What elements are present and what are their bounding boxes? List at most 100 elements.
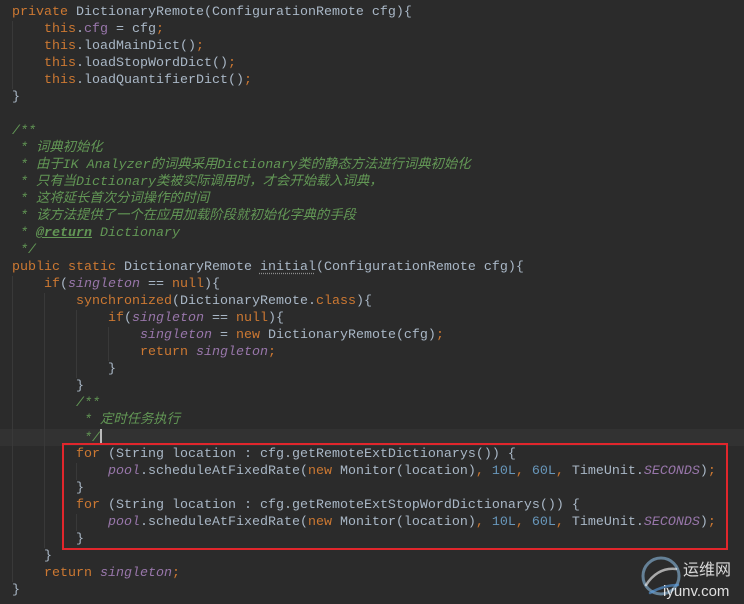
code-line[interactable]: if(singleton == null){ (0, 276, 744, 293)
token-field: cfg (84, 22, 108, 37)
token-keyword: ; (267, 345, 276, 360)
token-plain: TimeUnit. (563, 515, 644, 530)
code-line[interactable]: pool.scheduleAtFixedRate(new Monitor(loc… (0, 514, 744, 531)
token-static-field: SECONDS (643, 464, 700, 479)
token-plain: ){ (267, 311, 284, 326)
token-keyword: , (555, 464, 564, 479)
token-plain: } (44, 549, 52, 564)
code-line[interactable]: this.loadQuantifierDict(); (0, 72, 744, 89)
token-number: 10L (483, 515, 516, 530)
code-line[interactable]: this.loadMainDict(); (0, 38, 744, 55)
code-line[interactable]: * 该方法提供了一个在应用加载阶段就初始化字典的手段 (0, 208, 744, 225)
token-plain: } (76, 481, 84, 496)
token-plain: ( (123, 311, 132, 326)
token-plain: DictionaryRemote(ConfigurationRemote cfg… (68, 5, 412, 20)
code-line[interactable]: } (0, 531, 744, 548)
token-doc-comment: /** (12, 124, 36, 139)
token-underlined: initial (259, 260, 316, 275)
token-plain: .loadQuantifierDict() (76, 73, 244, 88)
watermark-site: iyunv.com (663, 583, 730, 600)
code-line[interactable]: public static DictionaryRemote initial(C… (0, 259, 744, 276)
token-plain: } (76, 532, 84, 547)
code-line[interactable]: } (0, 89, 744, 106)
code-line[interactable]: * 只有当Dictionary类被实际调用时，才会开始载入词典， (0, 174, 744, 191)
code-line[interactable]: } (0, 548, 744, 565)
token-keyword: new (307, 515, 332, 530)
code-line[interactable]: pool.scheduleAtFixedRate(new Monitor(loc… (0, 463, 744, 480)
code-line[interactable]: } (0, 361, 744, 378)
token-doc-comment: * 由于IK Analyzer的词典采用Dictionary类的静态方法进行词典… (12, 158, 471, 173)
token-keyword: if (44, 277, 60, 292)
token-keyword: private (12, 5, 68, 20)
code-line[interactable]: */ (0, 242, 744, 259)
token-keyword: this (44, 56, 76, 71)
token-number: 60L (523, 464, 556, 479)
code-line[interactable]: /** (0, 123, 744, 140)
code-line[interactable]: * 由于IK Analyzer的词典采用Dictionary类的静态方法进行词典… (0, 157, 744, 174)
token-static-field: singleton (139, 328, 212, 343)
token-keyword: null (171, 277, 204, 292)
code-line[interactable]: * 这将延长首次分词操作的时间 (0, 191, 744, 208)
code-line[interactable] (0, 106, 744, 123)
code-line[interactable]: } (0, 480, 744, 497)
token-plain: == (203, 311, 236, 326)
code-line[interactable]: * 词典初始化 (0, 140, 744, 157)
code-line[interactable]: for (String location : cfg.getRemoteExtS… (0, 497, 744, 514)
code-line[interactable]: private DictionaryRemote(ConfigurationRe… (0, 4, 744, 21)
code-line-current[interactable]: */ (0, 429, 744, 446)
code-line[interactable]: this.loadStopWordDict(); (0, 55, 744, 72)
code-line[interactable]: for (String location : cfg.getRemoteExtD… (0, 446, 744, 463)
token-plain: } (12, 90, 20, 105)
token-doc-comment: */ (12, 243, 36, 258)
token-keyword: ; (243, 73, 252, 88)
code-line[interactable]: /** (0, 395, 744, 412)
code-area[interactable]: private DictionaryRemote(ConfigurationRe… (0, 0, 744, 599)
token-static-field: pool (107, 464, 140, 479)
code-line[interactable]: return singleton; (0, 344, 744, 361)
token-plain: ){ (355, 294, 372, 309)
code-line[interactable]: if(singleton == null){ (0, 310, 744, 327)
code-line[interactable]: synchronized(DictionaryRemote.class){ (0, 293, 744, 310)
token-keyword: class (315, 294, 356, 309)
token-keyword: ; (171, 566, 180, 581)
token-plain: = cfg (108, 22, 156, 37)
token-keyword: ; (195, 39, 204, 54)
code-line[interactable]: singleton = new DictionaryRemote(cfg); (0, 327, 744, 344)
code-line[interactable]: * 定时任务执行 (0, 412, 744, 429)
token-plain: .loadMainDict() (76, 39, 196, 54)
token-keyword: ; (707, 515, 716, 530)
token-keyword: for (76, 498, 108, 513)
token-keyword: , (555, 515, 564, 530)
code-line[interactable]: return singleton; (0, 565, 744, 582)
token-plain: ( (60, 277, 68, 292)
token-keyword: , (515, 464, 524, 479)
code-line[interactable]: } (0, 582, 744, 599)
code-line[interactable]: this.cfg = cfg; (0, 21, 744, 38)
token-doc-comment: Dictionary (92, 226, 180, 241)
token-plain: (ConfigurationRemote cfg){ (315, 260, 524, 275)
token-keyword: return (139, 345, 196, 360)
token-doc-comment: */ (76, 431, 100, 446)
token-plain: } (107, 362, 116, 377)
code-editor[interactable]: private DictionaryRemote(ConfigurationRe… (0, 0, 744, 604)
code-line[interactable]: * @return Dictionary (0, 225, 744, 242)
token-doc-comment: * 该方法提供了一个在应用加载阶段就初始化字典的手段 (12, 209, 356, 224)
token-plain: } (76, 379, 84, 394)
token-doc-comment: * 定时任务执行 (76, 413, 180, 428)
code-line[interactable]: } (0, 378, 744, 395)
token-keyword: ; (227, 56, 236, 71)
token-keyword: for (76, 447, 108, 462)
